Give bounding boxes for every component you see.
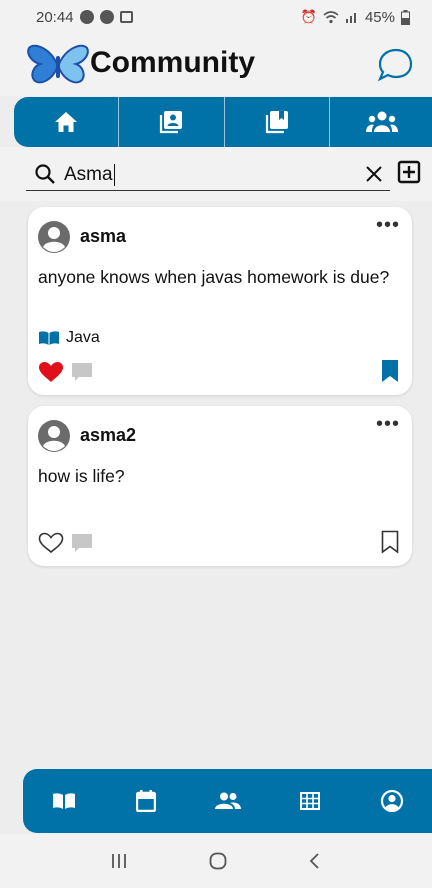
back-icon[interactable] <box>308 852 322 870</box>
calendar-icon <box>136 790 156 812</box>
comment-icon[interactable] <box>70 532 94 554</box>
account-circle-icon <box>380 789 404 813</box>
book-icon <box>39 331 59 345</box>
post-username[interactable]: asma2 <box>80 425 136 446</box>
tab-collections[interactable] <box>223 97 329 147</box>
nav-people[interactable] <box>187 792 269 810</box>
bookmark-collection-icon <box>265 111 288 134</box>
heart-filled-icon[interactable] <box>38 361 64 383</box>
home-icon <box>55 112 78 132</box>
post-text: how is life? <box>38 466 125 486</box>
more-options-icon[interactable]: ••• <box>376 215 400 235</box>
search-value: Asma <box>64 164 113 185</box>
post-actions <box>38 532 94 554</box>
tab-groups[interactable] <box>328 97 432 147</box>
status-time: 20:44 <box>36 8 74 26</box>
close-icon[interactable] <box>364 164 384 184</box>
signal-icon <box>345 13 356 23</box>
text-cursor <box>113 163 116 186</box>
butterfly-logo-icon <box>27 44 89 84</box>
post-text: anyone knows when javas homework is due? <box>38 267 390 287</box>
alarm-icon: ⏰ <box>300 9 317 24</box>
search-row: Asma <box>0 147 432 201</box>
comment-icon[interactable] <box>70 361 94 383</box>
chat-bubble-icon[interactable] <box>376 46 414 84</box>
notification-icon <box>99 10 114 24</box>
nav-calendar[interactable] <box>105 790 187 812</box>
table-icon <box>300 792 320 810</box>
wifi-icon <box>323 11 339 24</box>
battery-level: 45% <box>364 8 395 26</box>
post-actions <box>38 361 94 383</box>
bookmark-filled-icon[interactable] <box>380 359 400 383</box>
tag-label: Java <box>66 329 100 346</box>
tab-home[interactable] <box>14 97 118 147</box>
avatar-icon[interactable] <box>38 420 70 452</box>
status-right: ⏰ 45% <box>301 9 410 26</box>
book-icon <box>53 793 75 809</box>
battery-icon <box>401 9 410 25</box>
bookmark-outline-icon[interactable] <box>380 530 400 554</box>
tab-contacts[interactable] <box>118 97 223 147</box>
status-bar: 20:44 ⏰ 45% <box>0 0 432 34</box>
messenger-icon <box>79 10 94 24</box>
nav-profile[interactable] <box>351 789 432 813</box>
home-circle-icon[interactable] <box>208 851 228 871</box>
bottom-nav-bar <box>23 769 432 833</box>
recents-icon[interactable] <box>110 852 128 870</box>
top-tab-bar <box>14 97 432 147</box>
app-title: Community <box>90 46 255 79</box>
more-options-icon[interactable]: ••• <box>376 414 400 434</box>
app-bar: Community <box>0 34 432 96</box>
people-icon <box>215 792 241 809</box>
contact-book-icon <box>160 111 183 134</box>
post-card[interactable]: asma ••• anyone knows when javas homewor… <box>28 207 412 395</box>
add-box-icon[interactable] <box>397 160 421 184</box>
nav-courses[interactable] <box>23 792 105 810</box>
search-input[interactable]: Asma <box>64 161 116 189</box>
post-card[interactable]: asma2 ••• how is life? <box>28 406 412 566</box>
search-bar[interactable]: Asma <box>26 159 390 191</box>
avatar-icon[interactable] <box>38 221 70 253</box>
image-icon <box>119 11 133 23</box>
post-tag[interactable]: Java <box>38 329 100 347</box>
search-icon <box>35 164 55 184</box>
nav-schedule[interactable] <box>269 792 351 810</box>
system-nav-bar <box>0 834 432 888</box>
groups-icon <box>365 111 398 132</box>
post-username[interactable]: asma <box>80 226 126 247</box>
heart-outline-icon[interactable] <box>38 532 64 554</box>
status-left: 20:44 <box>36 9 133 26</box>
